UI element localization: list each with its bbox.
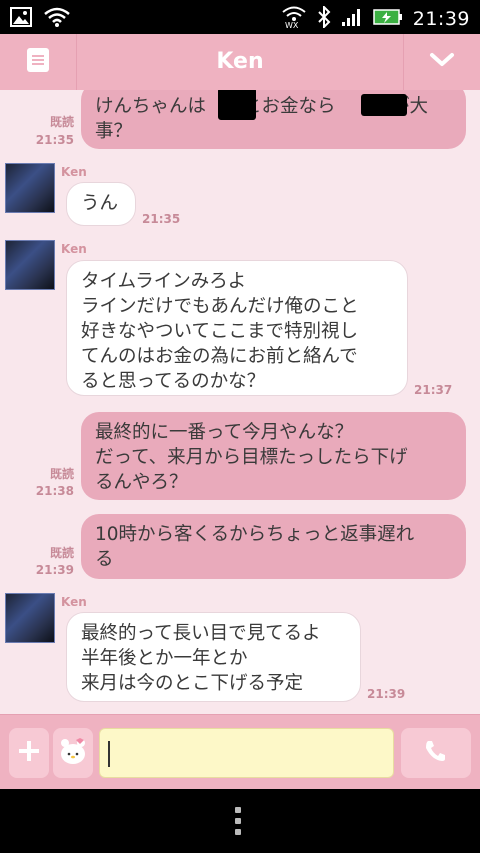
- wifi-wx-icon: WX: [281, 5, 307, 33]
- message-time: 21:37: [414, 383, 453, 397]
- message-time: 21:38: [35, 484, 74, 498]
- redaction-mark: [218, 90, 256, 120]
- message-bubble-incoming[interactable]: タイムラインみろよ ラインだけでもあんだけ俺のこと 好きなやついてここまで特別視…: [66, 260, 408, 396]
- message-input[interactable]: [99, 728, 394, 778]
- avatar[interactable]: [5, 240, 55, 290]
- chat-title: Ken: [216, 49, 264, 74]
- sticker-icon: [58, 736, 88, 770]
- text-cursor: [108, 741, 110, 767]
- battery-icon: [372, 8, 403, 30]
- message-time: 21:39: [367, 687, 406, 701]
- message-bubble-incoming[interactable]: 最終的って長い目で見てるよ 半年後とか一年とか 来月は今のとこ下げる予定: [66, 612, 361, 702]
- call-button[interactable]: [401, 728, 471, 778]
- phone-icon: [423, 738, 449, 768]
- message-bubble-outgoing[interactable]: けんちゃんは とお金なら が大 事？: [81, 90, 466, 149]
- chat-header: Ken: [0, 34, 480, 91]
- plus-icon: [17, 739, 41, 767]
- redaction-mark: [361, 94, 407, 116]
- add-button[interactable]: [9, 728, 49, 778]
- sender-name: Ken: [61, 595, 87, 609]
- system-nav-bar: [0, 789, 480, 853]
- sticker-button[interactable]: [53, 728, 93, 778]
- read-receipt: 既読: [49, 115, 74, 129]
- message-bubble-outgoing[interactable]: 10時から客くるからちょっと返事遅れ る: [81, 514, 466, 579]
- read-receipt: 既読: [49, 546, 74, 560]
- menu-button[interactable]: [0, 34, 77, 90]
- dropdown-button[interactable]: [403, 34, 480, 90]
- more-vert-icon[interactable]: [235, 807, 243, 835]
- avatar[interactable]: [5, 593, 55, 643]
- input-bar: [0, 714, 480, 790]
- gallery-icon: [10, 7, 32, 31]
- sender-name: Ken: [61, 165, 87, 179]
- chevron-down-icon: [429, 52, 455, 72]
- menu-icon: [27, 48, 49, 76]
- read-receipt: 既読: [49, 467, 74, 481]
- message-time: 21:35: [142, 212, 181, 226]
- sender-name: Ken: [61, 242, 87, 256]
- chat-area[interactable]: けんちゃんは とお金なら が大 事？ 既読 21:35 Ken うん 21:35…: [0, 90, 480, 714]
- message-time: 21:35: [35, 133, 74, 147]
- bluetooth-icon: [317, 4, 331, 32]
- avatar[interactable]: [5, 163, 55, 213]
- signal-icon: [341, 7, 363, 31]
- message-bubble-incoming[interactable]: うん: [66, 182, 136, 226]
- wifi-icon: [44, 7, 70, 31]
- svg-text:WX: WX: [285, 21, 299, 29]
- status-bar: WX 21:39: [0, 0, 480, 34]
- status-time: 21:39: [412, 8, 470, 30]
- message-time: 21:39: [35, 563, 74, 577]
- message-bubble-outgoing[interactable]: 最終的に一番って今月やんな？ だって、来月から目標たっしたら下げ るんやろ？: [81, 412, 466, 500]
